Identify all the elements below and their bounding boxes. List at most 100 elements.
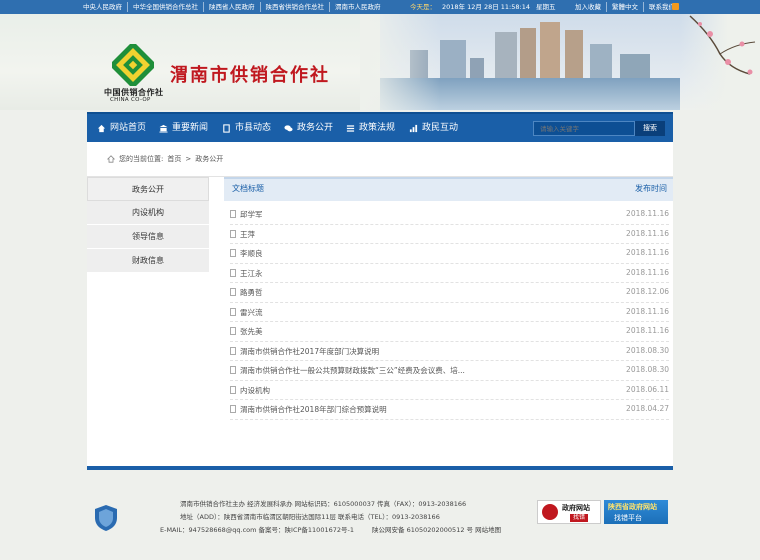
item-date: 2018.06.11 bbox=[626, 384, 669, 394]
nav-label: 政民互动 bbox=[422, 123, 459, 133]
date-label: 今天是： bbox=[410, 3, 436, 11]
nav-label: 网站首页 bbox=[110, 123, 147, 133]
item-title[interactable]: 雷兴流 bbox=[240, 307, 263, 318]
nav-home[interactable]: 网站首页 bbox=[97, 114, 146, 142]
coop-logo-icon[interactable] bbox=[108, 40, 158, 90]
shaanxi-error-platform[interactable]: 陕西省政府网站 找错平台 bbox=[604, 500, 668, 524]
nav-gov-affairs[interactable]: 政务公开 bbox=[284, 114, 333, 142]
gov-website-error-report[interactable]: 政府网站 找错 bbox=[537, 500, 601, 524]
bank-icon bbox=[159, 124, 168, 133]
rss-icon[interactable] bbox=[672, 3, 679, 10]
list-item[interactable]: 张先美 2018.11.16 bbox=[230, 322, 669, 342]
item-title[interactable]: 王萍 bbox=[240, 229, 255, 240]
breadcrumb-home[interactable]: 首页 bbox=[167, 154, 181, 164]
item-title[interactable]: 张先美 bbox=[240, 326, 263, 337]
list-item[interactable]: 王江永 2018.11.16 bbox=[230, 264, 669, 283]
breadcrumb-prefix: 您的当前位置: bbox=[119, 155, 164, 163]
document-icon bbox=[230, 366, 236, 374]
report-logo-subtext: 找错平台 bbox=[614, 514, 642, 522]
nav-label: 政务公开 bbox=[297, 123, 334, 133]
nav-label: 市县动态 bbox=[235, 123, 272, 133]
footer-line-address: 地址（ADD）：陕西省渭南市临渭区朝阳街达国际11层 联系电话（TEL）：091… bbox=[180, 513, 440, 521]
link-central-gov[interactable]: 中央人民政府 bbox=[83, 2, 128, 12]
sidebar-item-finance[interactable]: 财政信息 bbox=[87, 249, 209, 273]
list-header: 文档标题 发布时间 bbox=[224, 177, 673, 201]
item-title[interactable]: 渭南市供销合作社一般公共预算财政拨款“三公”经费及会议费、培... bbox=[240, 365, 465, 376]
item-title[interactable]: 李顺良 bbox=[240, 248, 263, 259]
document-icon bbox=[230, 288, 236, 296]
list-item[interactable]: 渭南市供销合作社2018年部门综合预算说明 2018.04.27 bbox=[230, 400, 669, 420]
item-title[interactable]: 渭南市供销合作社2017年度部门决算说明 bbox=[240, 346, 379, 357]
footer-line-police[interactable]: 陕公网安备 61050202000512 号 网站地图 bbox=[372, 524, 501, 534]
document-icon bbox=[223, 123, 230, 133]
gov-logo-subtext: 找错 bbox=[570, 514, 589, 522]
item-title[interactable]: 邱学军 bbox=[240, 209, 263, 220]
document-icon bbox=[230, 405, 236, 413]
link-weinan-gov[interactable]: 渭南市人民政府 bbox=[330, 2, 386, 12]
report-logo-text: 陕西省政府网站 bbox=[608, 503, 657, 511]
item-date: 2018.08.30 bbox=[626, 365, 669, 374]
sidebar-item-departments[interactable]: 内设机构 bbox=[87, 201, 209, 225]
site-title: 渭南市供销合作社 bbox=[170, 65, 330, 86]
link-shaanxi-gov[interactable]: 陕西省人民政府 bbox=[204, 2, 261, 12]
list-item[interactable]: 内设机构 2018.06.11 bbox=[230, 381, 669, 400]
document-icon bbox=[230, 385, 236, 394]
list-item[interactable]: 王萍 2018.11.16 bbox=[230, 225, 669, 244]
search-button[interactable]: 搜索 bbox=[635, 121, 665, 136]
add-favorite-link[interactable]: 加入收藏 bbox=[570, 2, 607, 12]
chart-icon bbox=[409, 124, 418, 132]
sidebar: 政务公开 内设机构 领导信息 财政信息 bbox=[87, 177, 209, 273]
list-item[interactable]: 路勇哲 2018.12.06 bbox=[230, 283, 669, 303]
list-item[interactable]: 邱学军 2018.11.16 bbox=[230, 205, 669, 225]
nav-policies[interactable]: 政策法规 bbox=[346, 114, 395, 142]
gov-logo-text: 政府网站 bbox=[562, 504, 590, 512]
external-links: 中央人民政府 中华全国供销合作总社 陕西省人民政府 陕西省供销合作总社 渭南市人… bbox=[83, 2, 386, 12]
list-item[interactable]: 李顺良 2018.11.16 bbox=[230, 244, 669, 264]
item-date: 2018.04.27 bbox=[626, 404, 669, 413]
item-date: 2018.11.16 bbox=[626, 209, 669, 218]
item-title[interactable]: 王江永 bbox=[240, 268, 263, 279]
gov-badge-icon[interactable] bbox=[93, 504, 119, 532]
list-item[interactable]: 渭南市供销合作社2017年度部门决算说明 2018.08.30 bbox=[230, 342, 669, 361]
list-rows: 邱学军 2018.11.16 王萍 2018.11.16 李顺良 2018.11.16… bbox=[224, 205, 673, 420]
list-icon bbox=[346, 124, 355, 132]
plum-blossom-decoration bbox=[680, 14, 760, 110]
sidebar-item-leadership[interactable]: 领导信息 bbox=[87, 225, 209, 249]
column-title: 文档标题 bbox=[232, 184, 264, 193]
nav-label: 政策法规 bbox=[359, 123, 396, 133]
nav-important-news[interactable]: 重要新闻 bbox=[159, 114, 208, 142]
main-panel: 网站首页 重要新闻 市县动态 政务公开 政策法规 政民互动 搜索 您的当前位置:… bbox=[87, 112, 673, 470]
main-nav: 网站首页 重要新闻 市县动态 政务公开 政策法规 政民互动 搜索 bbox=[87, 112, 673, 142]
nav-interaction[interactable]: 政民互动 bbox=[409, 114, 458, 142]
date-value: 2018年 12月 28日 11:58:14 bbox=[442, 3, 530, 11]
footer-line-email: E-MAIL：947528668@qq.com 备案号：陕ICP备1100167… bbox=[160, 526, 354, 534]
home-icon bbox=[107, 155, 115, 163]
traditional-chinese-link[interactable]: 繁體中文 bbox=[607, 2, 644, 12]
document-icon bbox=[230, 229, 236, 238]
list-item[interactable]: 雷兴流 2018.11.16 bbox=[230, 303, 669, 322]
search-input[interactable] bbox=[533, 121, 635, 136]
header-banner: 中国供销合作社 CHINA CO-OP 渭南市供销合作社 bbox=[0, 14, 760, 110]
nav-county-news[interactable]: 市县动态 bbox=[222, 114, 271, 142]
nav-label: 重要新闻 bbox=[172, 123, 209, 133]
breadcrumb: 您的当前位置: 首页 > 政务公开 bbox=[107, 154, 223, 164]
comments-icon bbox=[284, 124, 293, 131]
date-display: 今天是： 2018年 12月 28日 11:58:14 星期五 bbox=[410, 2, 555, 12]
weekday: 星期五 bbox=[535, 3, 556, 11]
item-date: 2018.12.06 bbox=[626, 287, 669, 296]
item-date: 2018.08.30 bbox=[626, 345, 669, 355]
document-icon bbox=[230, 210, 236, 218]
link-coop-headquarters[interactable]: 中华全国供销合作总社 bbox=[128, 2, 204, 12]
item-title[interactable]: 渭南市供销合作社2018年部门综合预算说明 bbox=[240, 404, 387, 415]
breadcrumb-separator: > bbox=[185, 155, 192, 163]
breadcrumb-current[interactable]: 政务公开 bbox=[195, 154, 223, 164]
item-title[interactable]: 内设机构 bbox=[240, 385, 270, 396]
link-shaanxi-coop[interactable]: 陕西省供销合作总社 bbox=[261, 2, 330, 12]
search-magnifier-icon bbox=[542, 504, 558, 520]
item-date: 2018.11.16 bbox=[626, 228, 669, 238]
item-title[interactable]: 路勇哲 bbox=[240, 287, 263, 298]
panel-bottom-bar bbox=[87, 466, 673, 470]
footer-line-sponsor: 渭南市供销合作社主办 经济发展科承办 网站标识码：6105000037 传真（F… bbox=[180, 500, 467, 508]
list-item[interactable]: 渭南市供销合作社一般公共预算财政拨款“三公”经费及会议费、培... 2018.08… bbox=[230, 361, 669, 381]
home-icon bbox=[97, 124, 106, 132]
